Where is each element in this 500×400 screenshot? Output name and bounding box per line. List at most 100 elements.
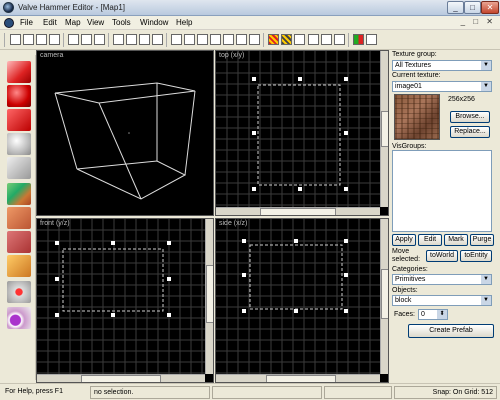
side-viewport-vscrollbar[interactable] — [380, 219, 388, 374]
status-pane-empty — [212, 386, 322, 399]
chevron-down-icon[interactable]: ▼ — [481, 296, 491, 305]
redo-icon[interactable] — [197, 34, 208, 45]
front-viewport[interactable]: front (y/z) — [36, 218, 214, 383]
create-prefab-button[interactable]: Create Prefab — [408, 324, 494, 338]
replace-button[interactable]: Replace... — [450, 126, 490, 138]
status-snap-text: Snap: On Grid: 512 — [394, 386, 497, 399]
side-viewport-grid — [216, 219, 380, 374]
objects-dropdown[interactable]: block ▼ — [392, 295, 492, 306]
menu-help[interactable]: Help — [176, 18, 192, 27]
top-viewport[interactable]: top (x/y) — [215, 50, 389, 216]
hammer-app-icon — [3, 2, 14, 13]
top-viewport-vthumb[interactable] — [381, 111, 388, 147]
chevron-down-icon[interactable]: ▼ — [481, 82, 491, 91]
vertex-icon[interactable] — [334, 34, 345, 45]
grid-3d-icon[interactable] — [49, 34, 60, 45]
document-icon[interactable] — [4, 18, 14, 28]
menu-window[interactable]: Window — [140, 18, 168, 27]
texture-group-dropdown[interactable]: All Textures ▼ — [392, 60, 492, 71]
categories-value: Primitives — [395, 276, 426, 283]
texture-lock-toggle-icon[interactable] — [294, 34, 305, 45]
maximize-button[interactable]: □ — [464, 1, 481, 14]
to-world-button[interactable]: toWorld — [426, 250, 458, 262]
side-viewport[interactable]: side (x/z) — [215, 218, 389, 383]
purge-button[interactable]: Purge — [470, 234, 494, 246]
chevron-down-icon[interactable]: ▼ — [481, 275, 491, 284]
grid-toggle-icon[interactable] — [10, 34, 21, 45]
side-viewport-hscrollbar[interactable] — [216, 374, 380, 382]
camera-viewport[interactable]: camera — [36, 50, 214, 216]
paste-special-icon[interactable] — [249, 34, 260, 45]
close-button[interactable]: ✕ — [481, 1, 499, 14]
scale-icon[interactable] — [321, 34, 332, 45]
faces-spinner[interactable]: 0 ⬍ — [418, 309, 448, 320]
block-tool-icon[interactable] — [7, 157, 31, 179]
menu-map[interactable]: Map — [65, 18, 81, 27]
texture-preview-image — [394, 94, 440, 140]
to-entity-button[interactable]: toEntity — [460, 250, 492, 262]
unhide-icon[interactable] — [139, 34, 150, 45]
entity-report-icon[interactable] — [366, 34, 377, 45]
vertex-manipulation-icon[interactable] — [7, 281, 31, 303]
run-map-icon[interactable] — [353, 34, 364, 45]
front-viewport-hthumb[interactable] — [81, 375, 161, 382]
side-viewport-vthumb[interactable] — [381, 269, 388, 319]
top-viewport-hscrollbar[interactable] — [216, 207, 380, 215]
menu-tools[interactable]: Tools — [112, 18, 131, 27]
objects-label: Objects: — [392, 287, 418, 294]
carve-icon[interactable] — [68, 34, 79, 45]
menu-view[interactable]: View — [87, 18, 104, 27]
front-viewport-vscrollbar[interactable] — [205, 219, 213, 374]
camera-wireframe-box — [54, 82, 196, 200]
paste-icon[interactable] — [236, 34, 247, 45]
show-items-icon[interactable] — [126, 34, 137, 45]
grid-larger-icon[interactable] — [36, 34, 47, 45]
categories-dropdown[interactable]: Primitives ▼ — [392, 274, 492, 285]
hide-items-icon[interactable] — [113, 34, 124, 45]
select-box-icon[interactable] — [308, 34, 319, 45]
document-window-controls[interactable]: _ □ ✕ — [461, 17, 496, 26]
snap-grid-icon[interactable] — [268, 34, 279, 45]
chevron-down-icon[interactable]: ▼ — [481, 61, 491, 70]
menu-edit[interactable]: Edit — [43, 18, 57, 27]
spinner-arrows-icon[interactable]: ⬍ — [437, 310, 447, 319]
front-viewport-hscrollbar[interactable] — [37, 374, 205, 382]
magnify-tool-icon[interactable] — [7, 85, 31, 107]
top-viewport-hthumb[interactable] — [260, 208, 336, 215]
group-icon[interactable] — [81, 34, 92, 45]
minimize-button[interactable]: _ — [447, 1, 464, 14]
visgroups-list[interactable] — [392, 150, 492, 232]
undo-icon[interactable] — [184, 34, 195, 45]
faces-value: 0 — [421, 311, 425, 318]
cut-icon[interactable] — [210, 34, 221, 45]
mark-button[interactable]: Mark — [444, 234, 468, 246]
camera-tool-icon[interactable] — [7, 109, 31, 131]
copy-icon[interactable] — [223, 34, 234, 45]
move-selected-label: Move selected: — [392, 248, 421, 263]
clipping-tool-icon[interactable] — [7, 255, 31, 277]
ungroup-icon[interactable] — [94, 34, 105, 45]
browse-button[interactable]: Browse... — [450, 111, 490, 123]
apply-button[interactable]: Apply — [392, 234, 416, 246]
categories-label: Categories: — [392, 266, 428, 273]
menu-file[interactable]: File — [20, 18, 33, 27]
current-texture-value: image01 — [395, 83, 422, 90]
edit-button[interactable]: Edit — [418, 234, 442, 246]
toggle-helpers-icon[interactable] — [281, 34, 292, 45]
texture-size-text: 256x256 — [448, 96, 475, 103]
decal-tool-icon[interactable] — [7, 231, 31, 253]
texture-application-icon[interactable] — [7, 183, 31, 205]
current-texture-dropdown[interactable]: image01 ▼ — [392, 81, 492, 92]
entity-tool-icon[interactable] — [7, 133, 31, 155]
side-viewport-label: side (x/z) — [219, 220, 248, 227]
front-viewport-vthumb[interactable] — [206, 265, 213, 323]
side-viewport-hthumb[interactable] — [266, 375, 336, 382]
quick-hide-icon[interactable] — [152, 34, 163, 45]
selection-tool-icon[interactable] — [7, 61, 31, 83]
top-viewport-vscrollbar[interactable] — [380, 51, 388, 207]
texture-lock-icon[interactable] — [171, 34, 182, 45]
toolbar-separator — [348, 33, 349, 47]
apply-texture-icon[interactable] — [7, 207, 31, 229]
path-tool-icon[interactable] — [7, 307, 31, 329]
grid-smaller-icon[interactable] — [23, 34, 34, 45]
